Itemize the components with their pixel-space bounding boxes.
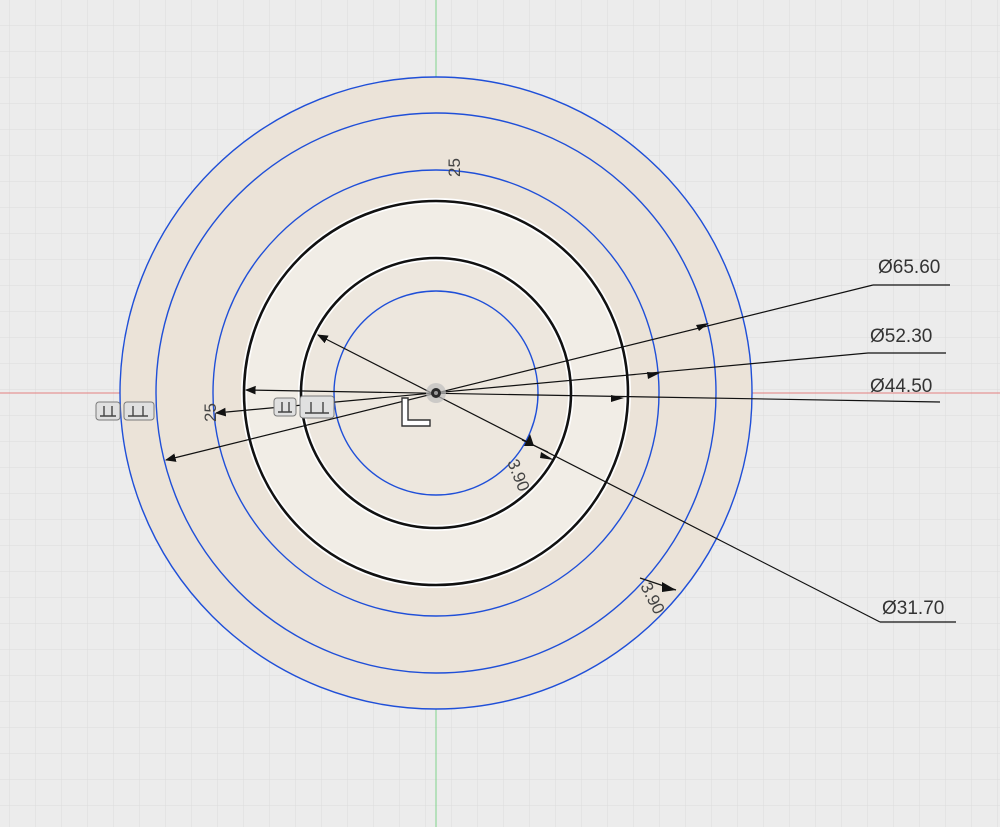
sketch-svg[interactable]: Ø65.60 Ø52.30 Ø44.50 Ø31.70 3.90 3.90 25… [0, 0, 1000, 827]
dim-label-44[interactable]: Ø44.50 [870, 376, 932, 397]
sketch-canvas[interactable]: Ø65.60 Ø52.30 Ø44.50 Ø31.70 3.90 3.90 25… [0, 0, 1000, 827]
origin-point-icon[interactable] [426, 383, 446, 403]
dim-label-31[interactable]: Ø31.70 [882, 598, 944, 619]
horizontal-constraint-icon-2[interactable] [273, 395, 335, 419]
dim-label-vertical-25[interactable]: 25 [445, 158, 464, 177]
dim-label-65[interactable]: Ø65.60 [878, 257, 940, 278]
dim-label-52[interactable]: Ø52.30 [870, 326, 932, 347]
dim-label-horizontal-25[interactable]: 25 [201, 403, 220, 422]
horizontal-constraint-icon[interactable] [95, 401, 155, 421]
